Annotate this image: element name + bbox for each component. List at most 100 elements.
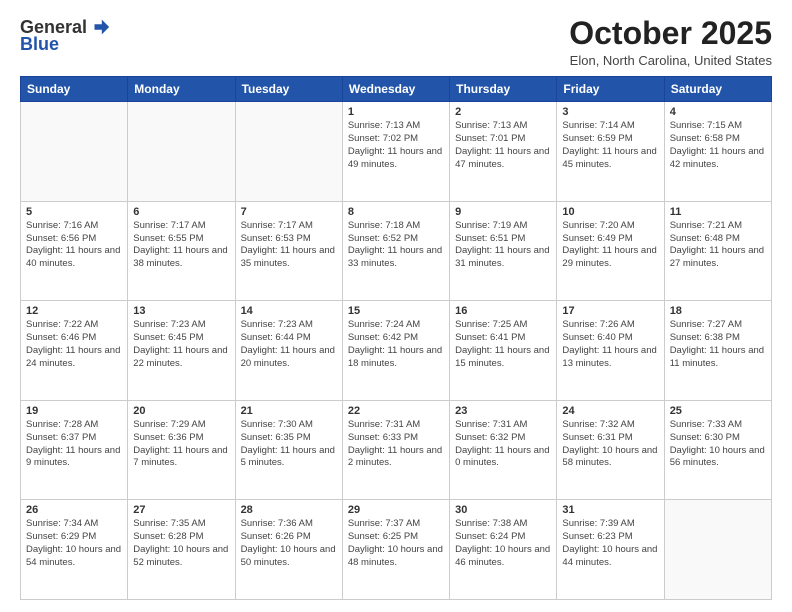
table-row: 11 Sunrise: 7:21 AM Sunset: 6:48 PM Dayli…: [664, 201, 771, 301]
day-number: 5: [26, 206, 122, 218]
table-row: 24 Sunrise: 7:32 AM Sunset: 6:31 PM Dayli…: [557, 400, 664, 500]
table-row: 20 Sunrise: 7:29 AM Sunset: 6:36 PM Dayli…: [128, 400, 235, 500]
day-number: 20: [133, 405, 229, 417]
col-tuesday: Tuesday: [235, 77, 342, 102]
day-number: 18: [670, 305, 766, 317]
table-row: 30Sunrise: 7:38 AM Sunset: 6:24 PM Dayli…: [450, 500, 557, 600]
logo-icon: [89, 16, 111, 38]
day-number: 15: [348, 305, 444, 317]
day-number: 10: [562, 206, 658, 218]
table-row: 3 Sunrise: 7:14 AM Sunset: 6:59 PM Daylig…: [557, 102, 664, 202]
day-info: Sunrise: 7:22 AM Sunset: 6:46 PM Dayligh…: [26, 319, 122, 370]
table-row: 12 Sunrise: 7:22 AM Sunset: 6:46 PM Dayli…: [21, 301, 128, 401]
col-friday: Friday: [557, 77, 664, 102]
table-row: [128, 102, 235, 202]
day-info: Sunrise: 7:33 AM Sunset: 6:30 PM Dayligh…: [670, 419, 766, 470]
day-number: 7: [241, 206, 337, 218]
day-number: 12: [26, 305, 122, 317]
table-row: 10Sunrise: 7:20 AM Sunset: 6:49 PM Dayli…: [557, 201, 664, 301]
day-info: Sunrise: 7:15 AM Sunset: 6:58 PM Dayligh…: [670, 120, 766, 171]
calendar-table: Sunday Monday Tuesday Wednesday Thursday…: [20, 76, 772, 600]
page: General Blue October 2025 Elon, North Ca…: [0, 0, 792, 612]
day-number: 24: [562, 405, 658, 417]
table-row: 25Sunrise: 7:33 AM Sunset: 6:30 PM Dayli…: [664, 400, 771, 500]
day-number: 1: [348, 106, 444, 118]
table-row: 6Sunrise: 7:17 AM Sunset: 6:55 PM Daylig…: [128, 201, 235, 301]
day-number: 27: [133, 504, 229, 516]
day-number: 3: [562, 106, 658, 118]
day-info: Sunrise: 7:16 AM Sunset: 6:56 PM Dayligh…: [26, 220, 122, 271]
day-info: Sunrise: 7:23 AM Sunset: 6:45 PM Dayligh…: [133, 319, 229, 370]
day-number: 19: [26, 405, 122, 417]
col-thursday: Thursday: [450, 77, 557, 102]
header: General Blue October 2025 Elon, North Ca…: [20, 16, 772, 68]
day-info: Sunrise: 7:36 AM Sunset: 6:26 PM Dayligh…: [241, 518, 337, 569]
table-row: [21, 102, 128, 202]
day-info: Sunrise: 7:14 AM Sunset: 6:59 PM Dayligh…: [562, 120, 658, 171]
day-info: Sunrise: 7:17 AM Sunset: 6:55 PM Dayligh…: [133, 220, 229, 271]
day-info: Sunrise: 7:31 AM Sunset: 6:33 PM Dayligh…: [348, 419, 444, 470]
day-info: Sunrise: 7:23 AM Sunset: 6:44 PM Dayligh…: [241, 319, 337, 370]
day-info: Sunrise: 7:37 AM Sunset: 6:25 PM Dayligh…: [348, 518, 444, 569]
table-row: 16 Sunrise: 7:25 AM Sunset: 6:41 PM Dayli…: [450, 301, 557, 401]
col-monday: Monday: [128, 77, 235, 102]
day-info: Sunrise: 7:24 AM Sunset: 6:42 PM Dayligh…: [348, 319, 444, 370]
table-row: 31 Sunrise: 7:39 AM Sunset: 6:23 PM Dayli…: [557, 500, 664, 600]
day-number: 28: [241, 504, 337, 516]
table-row: 5 Sunrise: 7:16 AM Sunset: 6:56 PM Daylig…: [21, 201, 128, 301]
day-number: 16: [455, 305, 551, 317]
table-row: 21Sunrise: 7:30 AM Sunset: 6:35 PM Dayli…: [235, 400, 342, 500]
day-info: Sunrise: 7:26 AM Sunset: 6:40 PM Dayligh…: [562, 319, 658, 370]
col-wednesday: Wednesday: [342, 77, 449, 102]
calendar-week-row: 1 Sunrise: 7:13 AM Sunset: 7:02 PM Daylig…: [21, 102, 772, 202]
day-info: Sunrise: 7:30 AM Sunset: 6:35 PM Dayligh…: [241, 419, 337, 470]
day-info: Sunrise: 7:19 AM Sunset: 6:51 PM Dayligh…: [455, 220, 551, 271]
month-title: October 2025: [569, 16, 772, 51]
table-row: 26 Sunrise: 7:34 AM Sunset: 6:29 PM Dayli…: [21, 500, 128, 600]
day-info: Sunrise: 7:35 AM Sunset: 6:28 PM Dayligh…: [133, 518, 229, 569]
calendar-week-row: 26 Sunrise: 7:34 AM Sunset: 6:29 PM Dayli…: [21, 500, 772, 600]
table-row: [664, 500, 771, 600]
table-row: 27 Sunrise: 7:35 AM Sunset: 6:28 PM Dayli…: [128, 500, 235, 600]
table-row: 22 Sunrise: 7:31 AM Sunset: 6:33 PM Dayli…: [342, 400, 449, 500]
day-info: Sunrise: 7:32 AM Sunset: 6:31 PM Dayligh…: [562, 419, 658, 470]
table-row: 2Sunrise: 7:13 AM Sunset: 7:01 PM Daylig…: [450, 102, 557, 202]
day-number: 22: [348, 405, 444, 417]
day-info: Sunrise: 7:18 AM Sunset: 6:52 PM Dayligh…: [348, 220, 444, 271]
day-info: Sunrise: 7:13 AM Sunset: 7:02 PM Dayligh…: [348, 120, 444, 171]
day-number: 29: [348, 504, 444, 516]
day-number: 9: [455, 206, 551, 218]
table-row: 7Sunrise: 7:17 AM Sunset: 6:53 PM Daylig…: [235, 201, 342, 301]
day-info: Sunrise: 7:39 AM Sunset: 6:23 PM Dayligh…: [562, 518, 658, 569]
day-info: Sunrise: 7:27 AM Sunset: 6:38 PM Dayligh…: [670, 319, 766, 370]
day-info: Sunrise: 7:28 AM Sunset: 6:37 PM Dayligh…: [26, 419, 122, 470]
day-number: 13: [133, 305, 229, 317]
day-number: 26: [26, 504, 122, 516]
table-row: 4 Sunrise: 7:15 AM Sunset: 6:58 PM Daylig…: [664, 102, 771, 202]
table-row: 9 Sunrise: 7:19 AM Sunset: 6:51 PM Daylig…: [450, 201, 557, 301]
table-row: 1 Sunrise: 7:13 AM Sunset: 7:02 PM Daylig…: [342, 102, 449, 202]
table-row: 18 Sunrise: 7:27 AM Sunset: 6:38 PM Dayli…: [664, 301, 771, 401]
table-row: [235, 102, 342, 202]
table-row: 13 Sunrise: 7:23 AM Sunset: 6:45 PM Dayli…: [128, 301, 235, 401]
day-number: 4: [670, 106, 766, 118]
day-info: Sunrise: 7:34 AM Sunset: 6:29 PM Dayligh…: [26, 518, 122, 569]
table-row: 17Sunrise: 7:26 AM Sunset: 6:40 PM Dayli…: [557, 301, 664, 401]
day-info: Sunrise: 7:29 AM Sunset: 6:36 PM Dayligh…: [133, 419, 229, 470]
table-row: 15 Sunrise: 7:24 AM Sunset: 6:42 PM Dayli…: [342, 301, 449, 401]
col-sunday: Sunday: [21, 77, 128, 102]
day-number: 23: [455, 405, 551, 417]
table-row: 19 Sunrise: 7:28 AM Sunset: 6:37 PM Dayli…: [21, 400, 128, 500]
day-number: 31: [562, 504, 658, 516]
day-number: 11: [670, 206, 766, 218]
day-info: Sunrise: 7:21 AM Sunset: 6:48 PM Dayligh…: [670, 220, 766, 271]
table-row: 29 Sunrise: 7:37 AM Sunset: 6:25 PM Dayli…: [342, 500, 449, 600]
day-number: 14: [241, 305, 337, 317]
day-info: Sunrise: 7:25 AM Sunset: 6:41 PM Dayligh…: [455, 319, 551, 370]
calendar-week-row: 12 Sunrise: 7:22 AM Sunset: 6:46 PM Dayli…: [21, 301, 772, 401]
table-row: 8Sunrise: 7:18 AM Sunset: 6:52 PM Daylig…: [342, 201, 449, 301]
day-info: Sunrise: 7:31 AM Sunset: 6:32 PM Dayligh…: [455, 419, 551, 470]
table-row: 23 Sunrise: 7:31 AM Sunset: 6:32 PM Dayli…: [450, 400, 557, 500]
day-number: 30: [455, 504, 551, 516]
day-number: 2: [455, 106, 551, 118]
